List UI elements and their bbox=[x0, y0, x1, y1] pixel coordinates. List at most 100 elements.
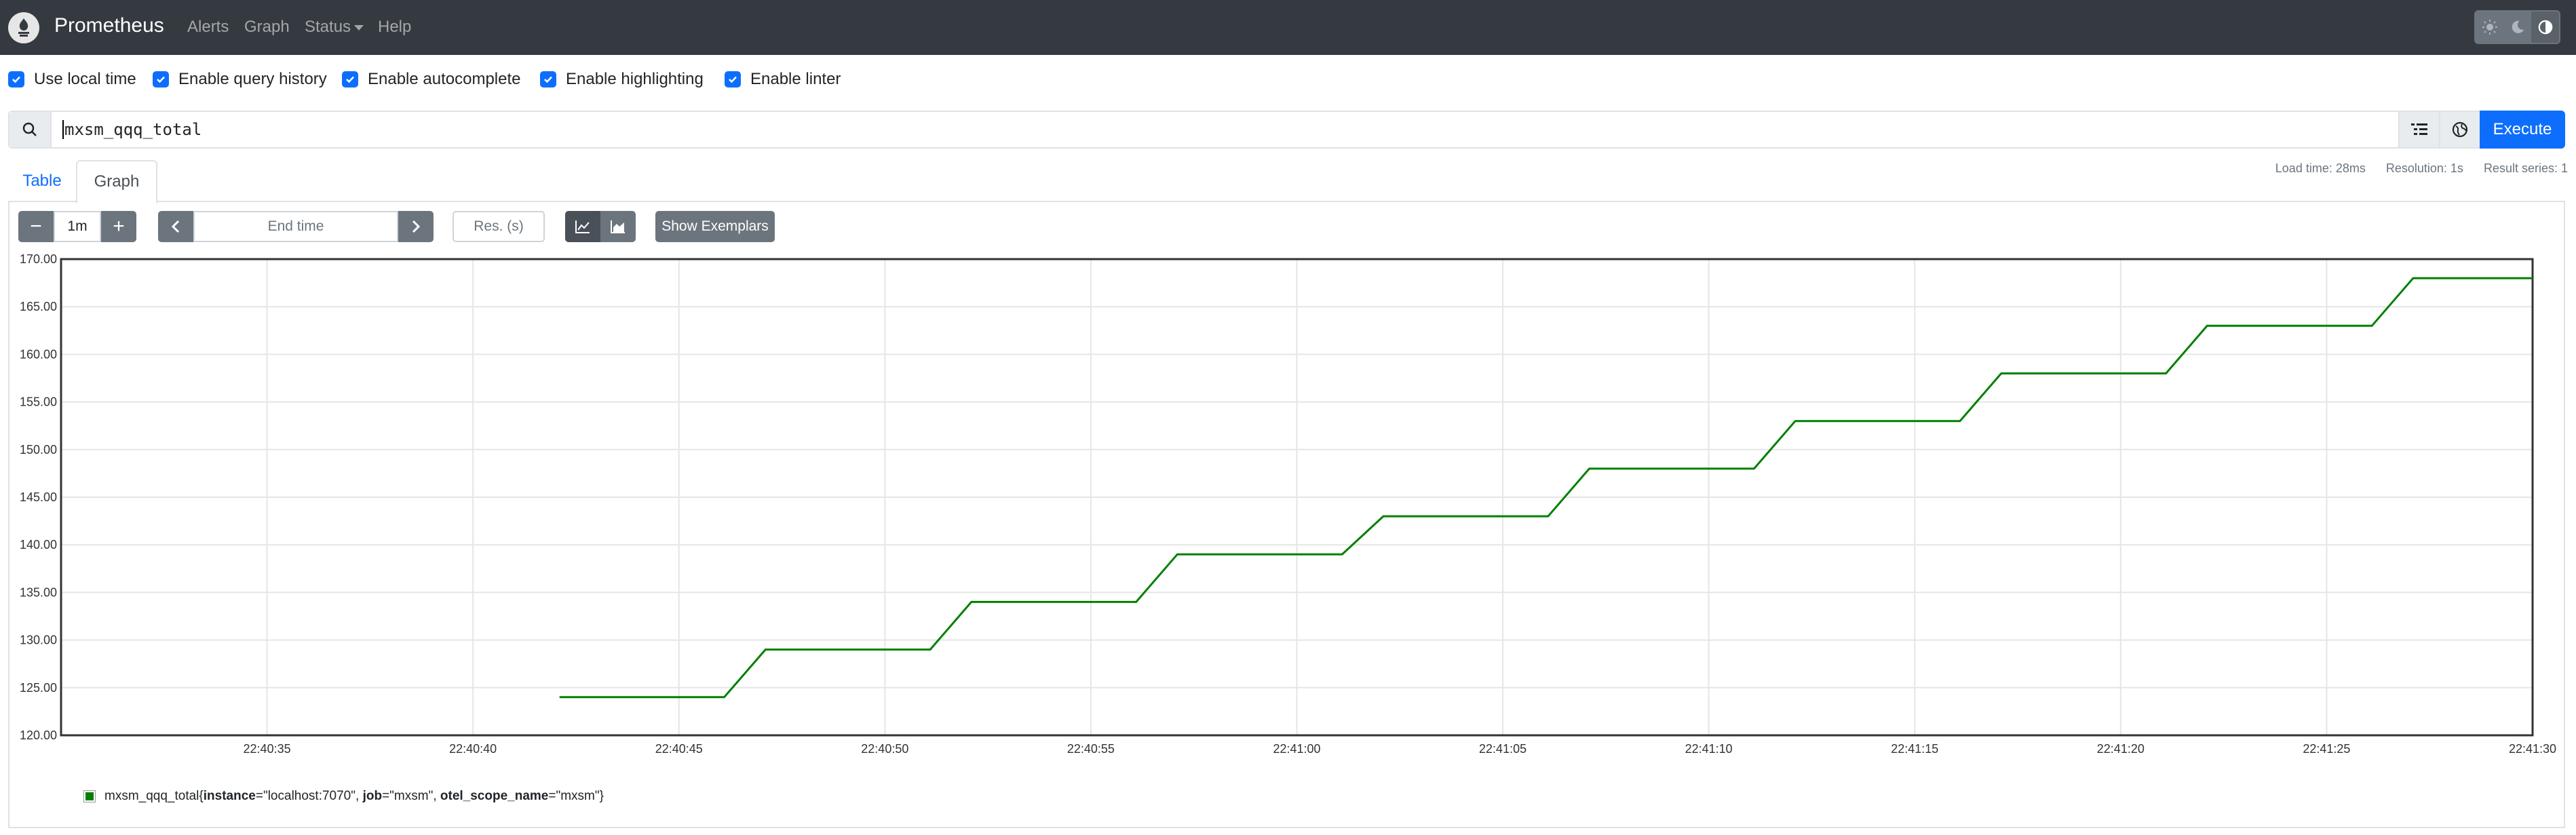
line-chart-icon bbox=[575, 220, 590, 233]
chevron-right-icon bbox=[412, 220, 421, 233]
range-increase-button[interactable]: + bbox=[101, 211, 136, 242]
option-label: Enable query history bbox=[178, 70, 327, 88]
end-time-input[interactable]: End time bbox=[193, 211, 398, 242]
show-exemplars-button[interactable]: Show Exemplars bbox=[655, 211, 775, 242]
checkbox-checked-icon[interactable] bbox=[342, 71, 358, 88]
end-time-forward-button[interactable] bbox=[398, 211, 434, 242]
legend-equals: = bbox=[255, 789, 263, 803]
y-tick-label: 135.00 bbox=[20, 585, 57, 599]
legend-metric: mxsm_qqq_total bbox=[104, 789, 199, 803]
theme-light-button[interactable] bbox=[2476, 12, 2503, 43]
legend-separator: , bbox=[433, 789, 440, 803]
x-tick-label: 22:41:15 bbox=[1891, 742, 1938, 756]
result-tabs: Table Graph bbox=[8, 160, 2565, 203]
x-tick-label: 22:41:00 bbox=[1273, 742, 1320, 756]
legend-label-value: "localhost:7070" bbox=[263, 789, 355, 803]
x-tick-label: 22:40:55 bbox=[1067, 742, 1115, 756]
end-time-back-button[interactable] bbox=[158, 211, 193, 242]
nav-status-label: Status bbox=[305, 18, 351, 36]
expression-input[interactable]: mxsm_qqq_total bbox=[62, 120, 201, 139]
tab-graph[interactable]: Graph bbox=[76, 160, 157, 203]
range-input[interactable]: 1m bbox=[54, 211, 101, 242]
result-series: Result series: 1 bbox=[2483, 161, 2568, 175]
option-label: Enable highlighting bbox=[566, 70, 704, 88]
checkbox-checked-icon[interactable] bbox=[153, 71, 169, 88]
y-tick-label: 125.00 bbox=[20, 681, 57, 695]
resolution-input[interactable]: Res. (s) bbox=[453, 211, 545, 242]
nav-help[interactable]: Help bbox=[378, 18, 411, 37]
legend-equals: = bbox=[382, 789, 390, 803]
x-tick-label: 22:41:30 bbox=[2509, 742, 2556, 756]
x-tick-label: 22:40:50 bbox=[861, 742, 908, 756]
expression-text: mxsm_qqq_total bbox=[64, 120, 202, 139]
legend-label-key: instance bbox=[203, 789, 256, 803]
chevron-down-icon bbox=[354, 24, 364, 31]
prometheus-logo-icon[interactable] bbox=[8, 12, 39, 43]
y-tick-label: 155.00 bbox=[20, 395, 57, 409]
nav-graph[interactable]: Graph bbox=[244, 18, 290, 37]
range-decrease-button[interactable]: − bbox=[18, 211, 54, 242]
nav-alerts[interactable]: Alerts bbox=[187, 18, 229, 37]
theme-auto-button[interactable] bbox=[2531, 12, 2559, 43]
option-enable-autocomplete[interactable]: Enable autocomplete bbox=[342, 70, 521, 89]
x-tick-label: 22:41:20 bbox=[2097, 742, 2145, 756]
option-enable-query-history[interactable]: Enable query history bbox=[153, 70, 327, 89]
query-stats: Load time: 28ms Resolution: 1s Result se… bbox=[2275, 161, 2568, 176]
y-tick-label: 120.00 bbox=[20, 729, 57, 742]
series-color-swatch bbox=[83, 790, 96, 802]
moon-icon bbox=[2512, 20, 2524, 33]
x-tick-label: 22:40:45 bbox=[655, 742, 703, 756]
series-line bbox=[559, 277, 2533, 699]
option-label: Use local time bbox=[34, 70, 136, 88]
y-tick-label: 165.00 bbox=[20, 300, 57, 313]
legend-label-value: "mxsm" bbox=[556, 789, 600, 803]
theme-dark-button[interactable] bbox=[2503, 12, 2531, 43]
chart-stacked-button[interactable] bbox=[600, 211, 636, 242]
chevron-left-icon bbox=[171, 220, 180, 233]
contrast-icon bbox=[2538, 20, 2552, 35]
y-tick-label: 130.00 bbox=[20, 634, 57, 647]
x-tick-label: 22:41:25 bbox=[2303, 742, 2350, 756]
text-cursor bbox=[62, 120, 64, 139]
legend-separator: , bbox=[355, 789, 363, 803]
y-tick-label: 170.00 bbox=[20, 252, 57, 266]
legend-label-value: "mxsm" bbox=[389, 789, 434, 803]
load-time: Load time: 28ms bbox=[2275, 161, 2366, 175]
sun-icon bbox=[2482, 20, 2497, 35]
chart-unstacked-button[interactable] bbox=[565, 211, 600, 242]
checkbox-checked-icon[interactable] bbox=[8, 71, 24, 88]
navbar: Prometheus Alerts Graph Status Help bbox=[0, 0, 2576, 55]
graph-legend[interactable]: mxsm_qqq_total{instance = "localhost:7070"… bbox=[83, 789, 604, 804]
metrics-explorer-button[interactable] bbox=[2398, 112, 2439, 147]
legend-label-key: otel_scope_name bbox=[440, 789, 549, 803]
graph-chart[interactable]: 170.00 165.00 160.00 155.00 150.00 145.00 140.… bbox=[0, 251, 2576, 773]
x-tick-label: 22:40:35 bbox=[244, 742, 291, 756]
option-enable-linter[interactable]: Enable linter bbox=[725, 70, 841, 89]
brand-title[interactable]: Prometheus bbox=[54, 14, 164, 37]
checkbox-checked-icon[interactable] bbox=[725, 71, 741, 88]
option-use-local-time[interactable]: Use local time bbox=[8, 70, 136, 89]
y-tick-label: 150.00 bbox=[20, 443, 57, 457]
legend-close-brace: } bbox=[599, 789, 604, 803]
globe-icon bbox=[2452, 121, 2468, 138]
option-label: Enable autocomplete bbox=[368, 70, 521, 88]
option-label: Enable linter bbox=[750, 70, 841, 88]
nav-status[interactable]: Status bbox=[305, 18, 364, 37]
execute-button[interactable]: Execute bbox=[2480, 111, 2565, 149]
list-icon bbox=[2411, 123, 2427, 135]
legend-equals: = bbox=[548, 789, 556, 803]
expression-bar: mxsm_qqq_total bbox=[8, 111, 2565, 149]
x-tick-label: 22:41:05 bbox=[1479, 742, 1526, 756]
y-tick-label: 160.00 bbox=[20, 347, 57, 361]
tab-table[interactable]: Table bbox=[8, 160, 76, 202]
option-enable-highlighting[interactable]: Enable highlighting bbox=[540, 70, 704, 89]
x-tick-label: 22:41:10 bbox=[1685, 742, 1733, 756]
explain-button[interactable] bbox=[2439, 112, 2480, 147]
checkbox-checked-icon[interactable] bbox=[540, 71, 556, 88]
theme-toggle-group bbox=[2474, 10, 2560, 44]
y-tick-label: 145.00 bbox=[20, 490, 57, 504]
legend-label-key: job bbox=[362, 789, 383, 803]
search-icon bbox=[9, 112, 52, 147]
area-chart-icon bbox=[611, 220, 625, 233]
y-tick-label: 140.00 bbox=[20, 538, 57, 551]
